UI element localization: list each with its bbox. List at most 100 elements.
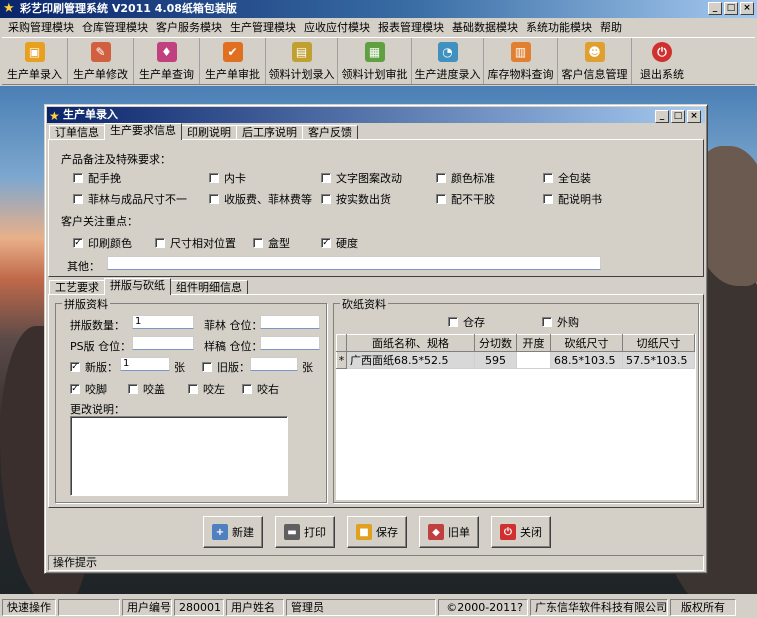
checkbox-handle[interactable]: 配手挽 bbox=[73, 170, 121, 186]
checkbox-actual-qty[interactable]: 按实数出货 bbox=[321, 191, 391, 207]
save-icon: ■ bbox=[356, 524, 372, 540]
checkbox-print-color[interactable]: ✓ 印刷颜色 bbox=[73, 235, 132, 251]
ps-location-input[interactable] bbox=[132, 336, 194, 350]
checkbox-warehouse[interactable]: 仓存 bbox=[448, 314, 485, 330]
menu-reports[interactable]: 报表管理模块 bbox=[374, 19, 448, 35]
app-title: 彩艺印刷管理系统 V2011 4.08纸箱包装版 bbox=[20, 2, 237, 15]
column-paper-name[interactable]: 面纸名称、规格 bbox=[346, 334, 475, 352]
column-trim-size[interactable]: 切纸尺寸 bbox=[622, 334, 695, 352]
toolbar-order-query[interactable]: ♦ 生产单查询 bbox=[134, 38, 200, 84]
window-minimize-button[interactable]: _ bbox=[655, 110, 669, 123]
menu-base-data[interactable]: 基础数据模块 bbox=[448, 19, 522, 35]
top-tab-strip: 订单信息 生产要求信息 印刷说明 后工序说明 客户反馈 bbox=[49, 123, 358, 140]
order-edit-icon: ✎ bbox=[90, 42, 111, 62]
window-close-button[interactable]: × bbox=[687, 110, 701, 123]
checkbox-purchase[interactable]: 外购 bbox=[542, 314, 579, 330]
toolbar-order-entry[interactable]: ▣ 生产单录入 bbox=[2, 38, 68, 84]
checkbox-sticker[interactable]: 配不干胶 bbox=[436, 191, 495, 207]
checkbox-box bbox=[436, 194, 446, 204]
tab-order-info[interactable]: 订单信息 bbox=[49, 125, 105, 140]
cell-open[interactable] bbox=[516, 351, 551, 369]
column-cut-size[interactable]: 砍纸尺寸 bbox=[550, 334, 623, 352]
tab-production-requirements[interactable]: 生产要求信息 bbox=[104, 123, 182, 140]
checkbox-box bbox=[155, 238, 165, 248]
checkbox-grip-right[interactable]: 咬右 bbox=[242, 381, 279, 397]
toolbar-exit[interactable]: ⏻ 退出系统 bbox=[632, 38, 692, 84]
tab-component-details[interactable]: 组件明细信息 bbox=[170, 280, 248, 295]
save-button[interactable]: ■ 保存 bbox=[347, 516, 407, 548]
checkbox-box bbox=[321, 173, 331, 183]
menu-warehouse[interactable]: 仓库管理模块 bbox=[78, 19, 152, 35]
menu-customer-service[interactable]: 客户服务模块 bbox=[152, 19, 226, 35]
old-order-icon: ◆ bbox=[428, 524, 444, 540]
film-location-label: 菲林 仓位： bbox=[204, 319, 263, 332]
copyright-text: ©2000-2011? bbox=[438, 598, 528, 616]
checkbox-relative-size[interactable]: 尺寸相对位置 bbox=[155, 235, 236, 251]
checkbox-hardness[interactable]: ✓ 硬度 bbox=[321, 235, 358, 251]
checkbox-new-plate[interactable]: ✓ 新版： bbox=[70, 359, 118, 375]
menu-purchase[interactable]: 采购管理模块 bbox=[4, 19, 78, 35]
checkbox-grip-lid[interactable]: 咬盖 bbox=[128, 381, 165, 397]
table-row[interactable]: * 广西面纸68.5*52.5 595 68.5*103.5 57.5*103.… bbox=[336, 351, 695, 369]
checkbox-color-standard[interactable]: 颜色标准 bbox=[436, 170, 495, 186]
tab-customer-feedback[interactable]: 客户反馈 bbox=[302, 125, 358, 140]
column-cuts[interactable]: 分切数 bbox=[474, 334, 517, 352]
checkbox-full-package[interactable]: 全包装 bbox=[543, 170, 591, 186]
checkbox-plate-fee[interactable]: 收版费、菲林费等 bbox=[209, 191, 312, 207]
cell-cut-size[interactable]: 68.5*103.5 bbox=[550, 351, 623, 369]
window-title: 生产单录入 bbox=[63, 108, 118, 121]
film-location-input[interactable] bbox=[260, 315, 320, 329]
checkbox-box bbox=[188, 384, 198, 394]
cell-paper-name[interactable]: 广西面纸68.5*52.5 bbox=[346, 351, 475, 369]
checkbox-film-size-mismatch[interactable]: 菲林与成品尺寸不一 bbox=[73, 191, 187, 207]
new-button[interactable]: + 新建 bbox=[203, 516, 263, 548]
quick-operation[interactable]: 快速操作 bbox=[2, 598, 56, 616]
checkbox-manual[interactable]: 配说明书 bbox=[543, 191, 602, 207]
close-app-button[interactable]: × bbox=[740, 2, 754, 15]
toolbar-order-approve[interactable]: ✔ 生产单审批 bbox=[200, 38, 266, 84]
maximize-button[interactable]: □ bbox=[724, 2, 738, 15]
other-input[interactable] bbox=[107, 256, 601, 270]
tab-print-notes[interactable]: 印刷说明 bbox=[181, 125, 237, 140]
sample-location-input[interactable] bbox=[260, 336, 320, 350]
checkbox-box bbox=[543, 173, 553, 183]
paper-grid: 面纸名称、规格 分切数 开度 砍纸尺寸 切纸尺寸 * 广西面纸68.5*52.5… bbox=[336, 334, 696, 500]
menu-help[interactable]: 帮助 bbox=[596, 19, 626, 35]
print-button[interactable]: ▬ 打印 bbox=[275, 516, 335, 548]
toolbar-inventory-query[interactable]: ▥ 库存物料查询 bbox=[484, 38, 558, 84]
column-open[interactable]: 开度 bbox=[516, 334, 551, 352]
minimize-button[interactable]: _ bbox=[708, 2, 722, 15]
cell-trim-size[interactable]: 57.5*103.5 bbox=[622, 351, 695, 369]
menu-production[interactable]: 生产管理模块 bbox=[226, 19, 300, 35]
other-label: 其他： bbox=[67, 260, 100, 273]
new-plate-input[interactable]: 1 bbox=[120, 357, 170, 371]
window-maximize-button[interactable]: □ bbox=[671, 110, 685, 123]
toolbar-progress-entry[interactable]: ◔ 生产进度录入 bbox=[412, 38, 484, 84]
tab-process-requirements[interactable]: 工艺要求 bbox=[49, 280, 105, 295]
tab-imposition-cutting[interactable]: 拼版与砍纸 bbox=[104, 278, 171, 295]
rights-text: 版权所有 bbox=[670, 598, 736, 616]
old-order-button[interactable]: ◆ 旧单 bbox=[419, 516, 479, 548]
material-plan-approve-icon: ▦ bbox=[364, 42, 385, 62]
old-plate-input[interactable] bbox=[250, 357, 298, 371]
toolbar-material-plan-approve[interactable]: ▦ 领料计划审批 bbox=[338, 38, 412, 84]
checkbox-box-type[interactable]: 盒型 bbox=[253, 235, 290, 251]
tab-post-process-notes[interactable]: 后工序说明 bbox=[236, 125, 303, 140]
checkbox-box bbox=[73, 194, 83, 204]
toolbar-order-edit[interactable]: ✎ 生产单修改 bbox=[68, 38, 134, 84]
checkbox-grip-foot[interactable]: ✓ 咬脚 bbox=[70, 381, 107, 397]
change-notes-textarea[interactable] bbox=[70, 416, 288, 496]
checkbox-old-plate[interactable]: 旧版： bbox=[202, 359, 250, 375]
checkbox-grip-left[interactable]: 咬左 bbox=[188, 381, 225, 397]
toolbar-material-plan-entry[interactable]: ▤ 领料计划录入 bbox=[266, 38, 338, 84]
menu-system[interactable]: 系统功能模块 bbox=[522, 19, 596, 35]
checkbox-inner-card[interactable]: 内卡 bbox=[209, 170, 246, 186]
status-bar: 快速操作 用户编号 280001 用户姓名 管理员 ©2000-2011? 广东… bbox=[0, 596, 757, 618]
checkbox-text-change[interactable]: 文字图案改动 bbox=[321, 170, 402, 186]
toolbar-customer-info[interactable]: ☻ 客户信息管理 bbox=[558, 38, 632, 84]
exit-icon: ⏻ bbox=[652, 42, 672, 62]
close-button[interactable]: ⏻ 关闭 bbox=[491, 516, 551, 548]
menu-receivables[interactable]: 应收应付模块 bbox=[300, 19, 374, 35]
cell-cuts[interactable]: 595 bbox=[474, 351, 517, 369]
count-input[interactable]: 1 bbox=[132, 315, 194, 329]
